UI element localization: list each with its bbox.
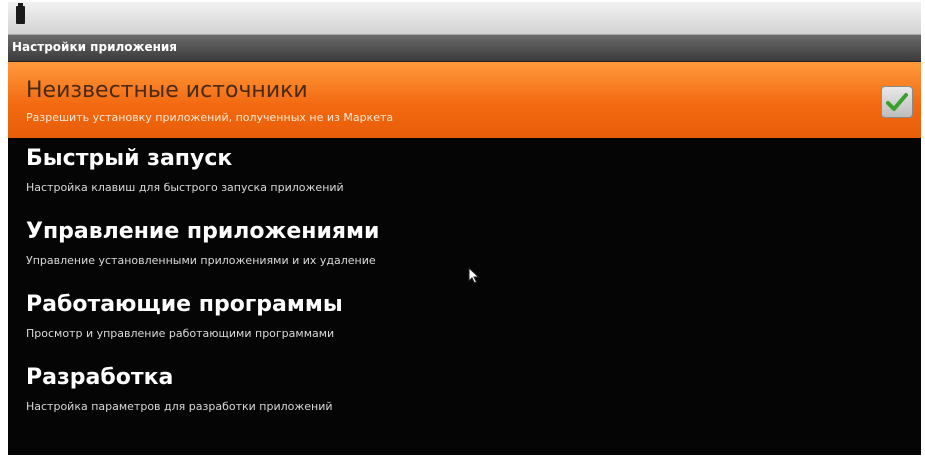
setting-unknown-sources[interactable]: Неизвестные источники Разрешить установк… xyxy=(8,62,921,138)
title-bar: Настройки приложения xyxy=(8,35,921,62)
setting-manage-applications[interactable]: Управление приложениями Управление устан… xyxy=(8,211,921,284)
status-bar xyxy=(8,2,921,35)
setting-quick-launch[interactable]: Быстрый запуск Настройка клавиш для быст… xyxy=(8,138,921,211)
setting-subtitle: Управление установленными приложениями и… xyxy=(26,254,376,267)
battery-icon xyxy=(16,3,25,24)
setting-title: Разработка xyxy=(26,365,174,390)
setting-subtitle: Настройка параметров для разработки прил… xyxy=(26,400,333,413)
setting-title: Неизвестные источники xyxy=(26,78,308,103)
page-title: Настройки приложения xyxy=(12,40,177,54)
setting-development[interactable]: Разработка Настройка параметров для разр… xyxy=(8,357,921,430)
settings-list: Неизвестные источники Разрешить установк… xyxy=(8,62,921,430)
setting-subtitle: Просмотр и управление работающими програ… xyxy=(26,327,335,340)
setting-title: Работающие программы xyxy=(26,292,343,317)
check-icon xyxy=(886,93,908,111)
setting-title: Управление приложениями xyxy=(26,219,380,244)
android-screen: Настройки приложения Неизвестные источни… xyxy=(8,2,921,455)
unknown-sources-checkbox[interactable] xyxy=(881,86,913,118)
setting-subtitle: Разрешить установку приложений, полученн… xyxy=(26,111,394,124)
setting-title: Быстрый запуск xyxy=(26,146,233,171)
setting-running-services[interactable]: Работающие программы Просмотр и управлен… xyxy=(8,284,921,357)
mouse-pointer-icon xyxy=(468,267,480,284)
setting-subtitle: Настройка клавиш для быстрого запуска пр… xyxy=(26,181,344,194)
